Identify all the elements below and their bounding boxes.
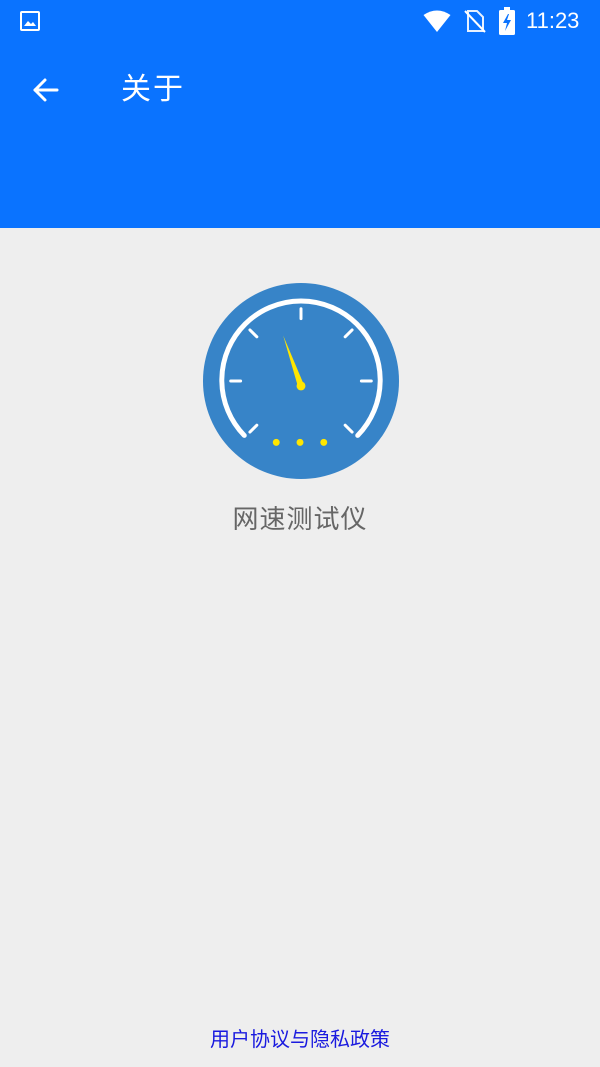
privacy-policy-link[interactable]: 用户协议与隐私政策 xyxy=(0,1024,600,1054)
app-name: 网速测试仪 xyxy=(232,505,368,535)
status-bar: 11:23 xyxy=(0,0,600,42)
page-title: 关于 xyxy=(121,72,185,107)
wifi-icon xyxy=(423,10,451,32)
no-sim-icon xyxy=(464,10,486,33)
battery-charging-icon xyxy=(499,7,515,35)
arrow-left-icon xyxy=(33,78,59,102)
back-button[interactable] xyxy=(22,68,70,112)
status-time: 11:23 xyxy=(526,8,580,33)
speedometer-icon xyxy=(202,282,400,480)
about-content: 网速测试仪 用户协议与隐私政策 xyxy=(0,228,600,1067)
gallery-icon xyxy=(20,11,40,31)
app-toolbar: 关于 xyxy=(0,42,600,228)
